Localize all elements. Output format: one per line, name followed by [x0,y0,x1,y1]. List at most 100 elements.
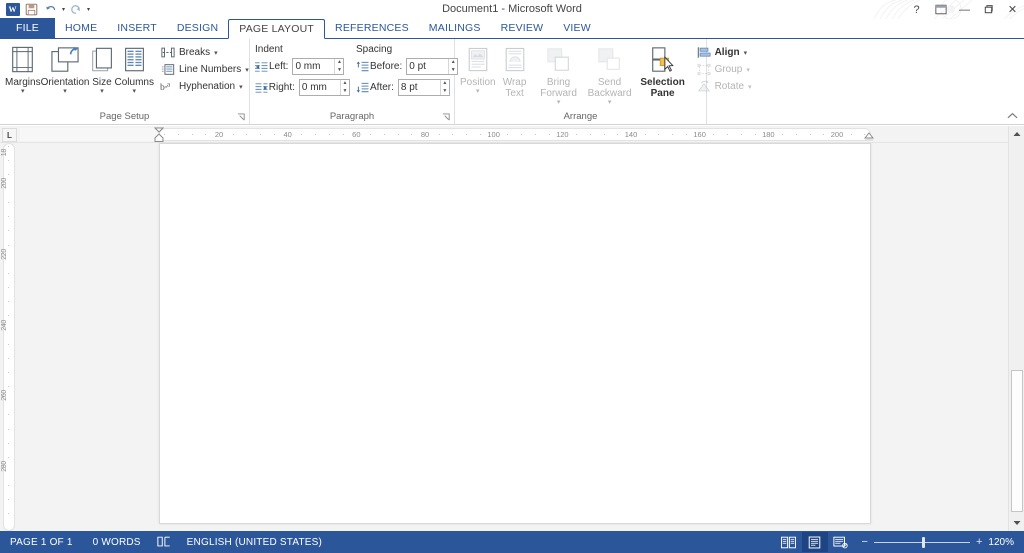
window-controls: ? — ✕ [909,0,1020,19]
page-indicator[interactable]: PAGE 1 OF 1 [0,537,83,548]
minimize-button[interactable]: — [957,2,972,17]
spacing-after-icon [356,82,370,94]
vertical-scrollbar[interactable] [1008,126,1024,531]
vertical-ruler-top-label: 18 [1,149,8,157]
orientation-dropdown-caret[interactable]: ▾ [63,88,67,95]
document-page[interactable] [159,143,871,524]
scroll-down-button[interactable] [1009,515,1024,531]
tab-file[interactable]: FILE [0,18,55,38]
zoom-in-button[interactable]: + [976,536,982,548]
selection-pane-button[interactable]: Selection Pane [636,42,690,99]
send-backward-button[interactable]: Send Backward ▾ [584,42,636,106]
size-dropdown-caret[interactable]: ▾ [100,88,104,95]
columns-button[interactable]: Columns ▾ [115,42,154,95]
tab-review[interactable]: REVIEW [491,18,554,38]
view-read-mode-button[interactable] [776,532,802,552]
ruler-tick-label: 120 [556,130,569,139]
indent-left-input[interactable] [293,59,335,74]
ruler-minor-tick [548,134,550,135]
bring-forward-label: Bring Forward [540,77,577,99]
hyphenation-button[interactable]: b a Hyphenation ▾ [158,78,251,95]
hyphenation-dropdown-caret[interactable]: ▾ [239,83,243,91]
zoom-track[interactable] [873,536,970,548]
paragraph-dialog-launcher[interactable] [441,113,451,123]
tab-home[interactable]: HOME [55,18,107,38]
breaks-dropdown-caret[interactable]: ▾ [214,49,218,57]
margins-dropdown-caret[interactable]: ▾ [21,88,25,95]
columns-dropdown-caret[interactable]: ▾ [132,88,136,95]
align-button[interactable]: Align ▾ [694,44,754,61]
bring-forward-dropdown-caret[interactable]: ▾ [557,99,561,106]
group-dropdown-caret[interactable]: ▾ [746,66,750,74]
scroll-up-button[interactable] [1009,126,1024,142]
view-print-layout-button[interactable] [801,532,828,552]
scrollbar-thumb[interactable] [1011,370,1023,512]
tab-insert[interactable]: INSERT [107,18,167,38]
indent-right-input[interactable] [299,80,340,95]
position-dropdown-caret[interactable]: ▾ [476,88,480,95]
breaks-button[interactable]: Breaks ▾ [158,44,251,61]
save-icon[interactable] [23,1,40,18]
group-button[interactable]: Group ▾ [694,61,754,78]
bring-forward-button[interactable]: Bring Forward ▾ [534,42,584,106]
margins-button[interactable]: Margins ▾ [5,42,41,95]
ruler-minor-tick [328,134,330,135]
close-button[interactable]: ✕ [1005,2,1020,17]
page-setup-dialog-launcher[interactable] [236,113,246,123]
selection-pane-label: Selection Pane [640,77,685,99]
line-numbers-dropdown-caret[interactable]: ▾ [245,66,249,74]
position-button[interactable]: Position ▾ [460,42,496,95]
undo-dropdown-caret[interactable]: ▾ [62,6,65,13]
document-canvas[interactable] [18,143,1008,531]
tab-mailings[interactable]: MAILINGS [419,18,491,38]
indent-left-spinner[interactable]: ▲▼ [292,58,345,75]
ruler-minor-tick [191,134,193,135]
help-button[interactable]: ? [909,2,924,17]
undo-icon[interactable] [42,1,59,18]
send-backward-label: Send Backward [587,77,632,99]
spacing-before-spinner[interactable]: ▲▼ [406,58,459,75]
zoom-slider[interactable]: − + [862,536,982,548]
tab-view[interactable]: VIEW [553,18,601,38]
zoom-level[interactable]: 120% [988,537,1018,548]
vertical-ruler[interactable]: 200 220 240 260 280 18 [0,143,18,531]
language-indicator[interactable]: ENGLISH (UNITED STATES) [177,537,332,548]
view-web-layout-button[interactable] [828,532,854,552]
tab-stop-selector[interactable]: L [2,128,17,142]
indent-right-spinner[interactable]: ▲▼ [298,79,350,96]
send-backward-dropdown-caret[interactable]: ▾ [608,99,612,106]
line-numbers-button[interactable]: Line Numbers ▾ [158,61,251,78]
indent-left-spin-arrows[interactable]: ▲ ▼ [334,59,343,74]
indent-right-spin-arrows[interactable]: ▲ ▼ [340,80,349,95]
document-text-body[interactable] [160,144,870,212]
zoom-out-button[interactable]: − [862,536,868,548]
proofing-errors-icon[interactable] [151,536,177,548]
zoom-knob[interactable] [921,536,925,548]
word-count[interactable]: 0 WORDS [83,537,151,548]
spacing-after-spin-arrows[interactable]: ▲ ▼ [439,80,449,95]
horizontal-ruler[interactable]: 20 40 60 80 100 120 140 160 180 200 [0,126,1008,143]
ruler-minor-tick [521,134,523,135]
spacing-before-input[interactable] [407,59,449,74]
tab-design[interactable]: DESIGN [167,18,228,38]
bring-forward-icon [545,44,573,76]
wrap-text-button[interactable]: Wrap Text [496,42,534,99]
tab-page-layout[interactable]: PAGE LAYOUT [228,19,326,39]
customize-qat-caret[interactable]: ▾ [87,6,90,13]
ruler-minor-tick [850,134,852,135]
ruler-minor-tick [397,134,399,135]
ribbon-display-options-button[interactable] [933,2,948,17]
spacing-after-input[interactable] [398,80,440,95]
rotate-button[interactable]: Rotate ▾ [694,78,754,95]
rotate-dropdown-caret[interactable]: ▾ [748,83,752,91]
align-dropdown-caret[interactable]: ▾ [744,49,748,57]
first-line-indent-marker[interactable] [153,127,165,142]
tab-references[interactable]: REFERENCES [325,18,419,38]
collapse-ribbon-button[interactable] [1007,112,1018,122]
restore-button[interactable] [981,2,996,17]
redo-icon[interactable] [67,1,84,18]
word-app-icon[interactable]: W [4,1,21,18]
size-button[interactable]: Size ▾ [90,42,115,95]
spacing-after-spinner[interactable]: ▲▼ [397,79,450,96]
orientation-button[interactable]: Orientation ▾ [41,42,90,95]
